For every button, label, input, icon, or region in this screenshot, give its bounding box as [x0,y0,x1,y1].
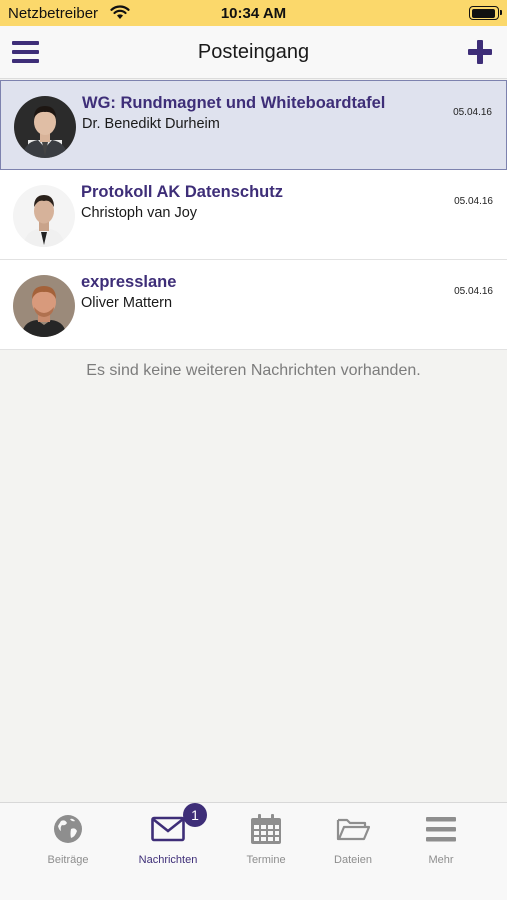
tab-label: Nachrichten [138,854,198,866]
tab-label: Termine [246,854,286,866]
message-subject: WG: Rundmagnet und Whiteboardtafel [82,94,386,112]
unread-badge: 1 [183,803,207,827]
empty-list-note: Es sind keine weiteren Nachrichten vorha… [86,362,421,379]
globe-icon [54,815,82,843]
tab-label: Mehr [428,854,454,866]
tab-label: Beiträge [47,854,89,866]
page-title: Posteingang [197,41,310,63]
battery-icon [469,6,502,20]
message-row[interactable]: Protokoll AK Datenschutz Christoph van J… [0,170,507,260]
message-sender: Christoph van Joy [81,205,198,221]
tab-nachrichten[interactable]: 1 Nachrichten [118,803,218,873]
message-date: 05.04.16 [454,286,493,297]
message-date: 05.04.16 [454,196,493,207]
tab-mehr[interactable]: Mehr [391,803,491,873]
tab-bar: Beiträge 1 Nachrichten Termine Dateien M… [0,802,507,900]
tab-beitraege[interactable]: Beiträge [18,803,118,873]
calendar-icon [251,814,281,844]
message-subject: expresslane [81,273,177,291]
envelope-icon [151,816,185,842]
message-row[interactable]: expresslane Oliver Mattern 05.04.16 [0,260,507,350]
message-sender: Oliver Mattern [81,295,173,311]
status-bar: Netzbetreiber 10:34 AM [0,0,507,26]
menu-icon [426,817,456,842]
navigation-bar: Posteingang [0,26,507,79]
avatar [14,96,76,158]
tab-termine[interactable]: Termine [216,803,316,873]
message-list: WG: Rundmagnet und Whiteboardtafel Dr. B… [0,80,507,350]
message-date: 05.04.16 [453,107,492,118]
clock: 10:34 AM [220,5,287,22]
tab-label: Dateien [334,854,372,866]
message-row[interactable]: WG: Rundmagnet und Whiteboardtafel Dr. B… [0,80,507,170]
message-subject: Protokoll AK Datenschutz [81,183,283,201]
avatar [13,185,75,247]
tab-dateien[interactable]: Dateien [303,803,403,873]
message-sender: Dr. Benedikt Durheim [82,116,220,132]
avatar [13,275,75,337]
add-message-icon[interactable] [467,39,493,65]
folder-icon [336,818,370,841]
